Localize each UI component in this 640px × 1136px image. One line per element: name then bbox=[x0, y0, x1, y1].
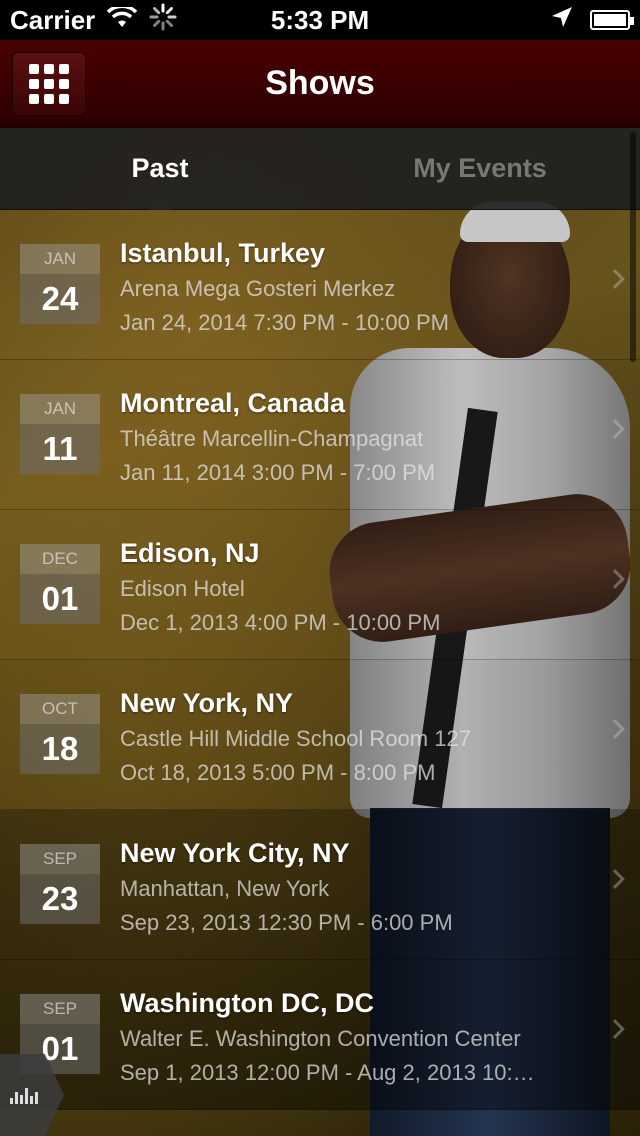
event-time: Jan 11, 2014 3:00 PM - 7:00 PM bbox=[120, 460, 436, 485]
scrollbar[interactable] bbox=[630, 132, 636, 362]
tab-past[interactable]: Past bbox=[0, 128, 320, 210]
event-time: Sep 1, 2013 12:00 PM - Aug 2, 2013 10:… bbox=[120, 1060, 535, 1085]
event-title: New York City, NY bbox=[120, 838, 350, 868]
event-list: JAN 24 Istanbul, Turkey Arena Mega Goste… bbox=[0, 210, 640, 1110]
event-info: New York City, NY Manhattan, New York Se… bbox=[120, 834, 580, 940]
event-info: New York, NY Castle Hill Middle School R… bbox=[120, 684, 580, 790]
battery-icon bbox=[590, 10, 634, 30]
event-venue: Arena Mega Gosteri Merkez bbox=[120, 276, 396, 301]
date-badge: OCT 18 bbox=[20, 694, 100, 774]
date-month: JAN bbox=[20, 394, 100, 424]
date-month: OCT bbox=[20, 694, 100, 724]
event-venue: Manhattan, New York bbox=[120, 876, 330, 901]
date-badge: JAN 24 bbox=[20, 244, 100, 324]
date-month: DEC bbox=[20, 544, 100, 574]
event-time: Oct 18, 2013 5:00 PM - 8:00 PM bbox=[120, 760, 436, 785]
list-item[interactable]: SEP 23 New York City, NY Manhattan, New … bbox=[0, 810, 640, 960]
chevron-right-icon bbox=[605, 269, 625, 289]
list-item[interactable]: DEC 01 Edison, NJ Edison Hotel Dec 1, 20… bbox=[0, 510, 640, 660]
event-venue: Théâtre Marcellin-Champagnat bbox=[120, 426, 424, 451]
status-left: Carrier bbox=[10, 3, 177, 38]
event-title: Edison, NJ bbox=[120, 538, 260, 568]
event-info: Edison, NJ Edison Hotel Dec 1, 2013 4:00… bbox=[120, 534, 580, 640]
chevron-right-icon bbox=[605, 569, 625, 589]
event-title: New York, NY bbox=[120, 688, 294, 718]
event-info: Istanbul, Turkey Arena Mega Gosteri Merk… bbox=[120, 234, 580, 340]
activity-spinner-icon bbox=[149, 3, 177, 38]
chevron-right-icon bbox=[605, 1019, 625, 1039]
event-time: Dec 1, 2013 4:00 PM - 10:00 PM bbox=[120, 610, 441, 635]
segmented-tabs: Past My Events bbox=[0, 128, 640, 210]
status-right bbox=[550, 5, 634, 36]
event-title: Istanbul, Turkey bbox=[120, 238, 326, 268]
date-badge: JAN 11 bbox=[20, 394, 100, 474]
event-venue: Castle Hill Middle School Room 127 bbox=[120, 726, 471, 751]
date-month: SEP bbox=[20, 994, 100, 1024]
date-day: 24 bbox=[20, 274, 100, 324]
event-info: Washington DC, DC Walter E. Washington C… bbox=[120, 984, 580, 1090]
status-bar: Carrier 5:33 PM bbox=[0, 0, 640, 40]
event-venue: Edison Hotel bbox=[120, 576, 245, 601]
event-venue: Walter E. Washington Convention Center bbox=[120, 1026, 521, 1051]
date-day: 18 bbox=[20, 724, 100, 774]
chevron-right-icon bbox=[605, 869, 625, 889]
content-area: Past My Events JAN 24 Istanbul, Turkey A… bbox=[0, 128, 640, 1136]
list-item[interactable]: JAN 11 Montreal, Canada Théâtre Marcelli… bbox=[0, 360, 640, 510]
location-arrow-icon bbox=[550, 5, 574, 36]
menu-button[interactable] bbox=[12, 52, 86, 116]
event-title: Montreal, Canada bbox=[120, 388, 346, 418]
date-day: 11 bbox=[20, 424, 100, 474]
carrier-label: Carrier bbox=[10, 4, 96, 35]
date-badge: DEC 01 bbox=[20, 544, 100, 624]
equalizer-icon bbox=[10, 1086, 38, 1104]
chevron-right-icon bbox=[605, 719, 625, 739]
list-item[interactable]: JAN 24 Istanbul, Turkey Arena Mega Goste… bbox=[0, 210, 640, 360]
grid-icon bbox=[29, 64, 69, 104]
wifi-icon bbox=[107, 4, 138, 36]
date-month: JAN bbox=[20, 244, 100, 274]
date-month: SEP bbox=[20, 844, 100, 874]
page-title: Shows bbox=[265, 64, 375, 102]
navigation-bar: Shows bbox=[0, 40, 640, 128]
event-title: Washington DC, DC bbox=[120, 988, 374, 1018]
date-day: 23 bbox=[20, 874, 100, 924]
list-item[interactable]: SEP 01 Washington DC, DC Walter E. Washi… bbox=[0, 960, 640, 1110]
event-info: Montreal, Canada Théâtre Marcellin-Champ… bbox=[120, 384, 580, 490]
date-badge: SEP 23 bbox=[20, 844, 100, 924]
event-time: Jan 24, 2014 7:30 PM - 10:00 PM bbox=[120, 310, 449, 335]
event-time: Sep 23, 2013 12:30 PM - 6:00 PM bbox=[120, 910, 453, 935]
date-day: 01 bbox=[20, 574, 100, 624]
tab-my-events[interactable]: My Events bbox=[320, 128, 640, 209]
chevron-right-icon bbox=[605, 419, 625, 439]
list-item[interactable]: OCT 18 New York, NY Castle Hill Middle S… bbox=[0, 660, 640, 810]
